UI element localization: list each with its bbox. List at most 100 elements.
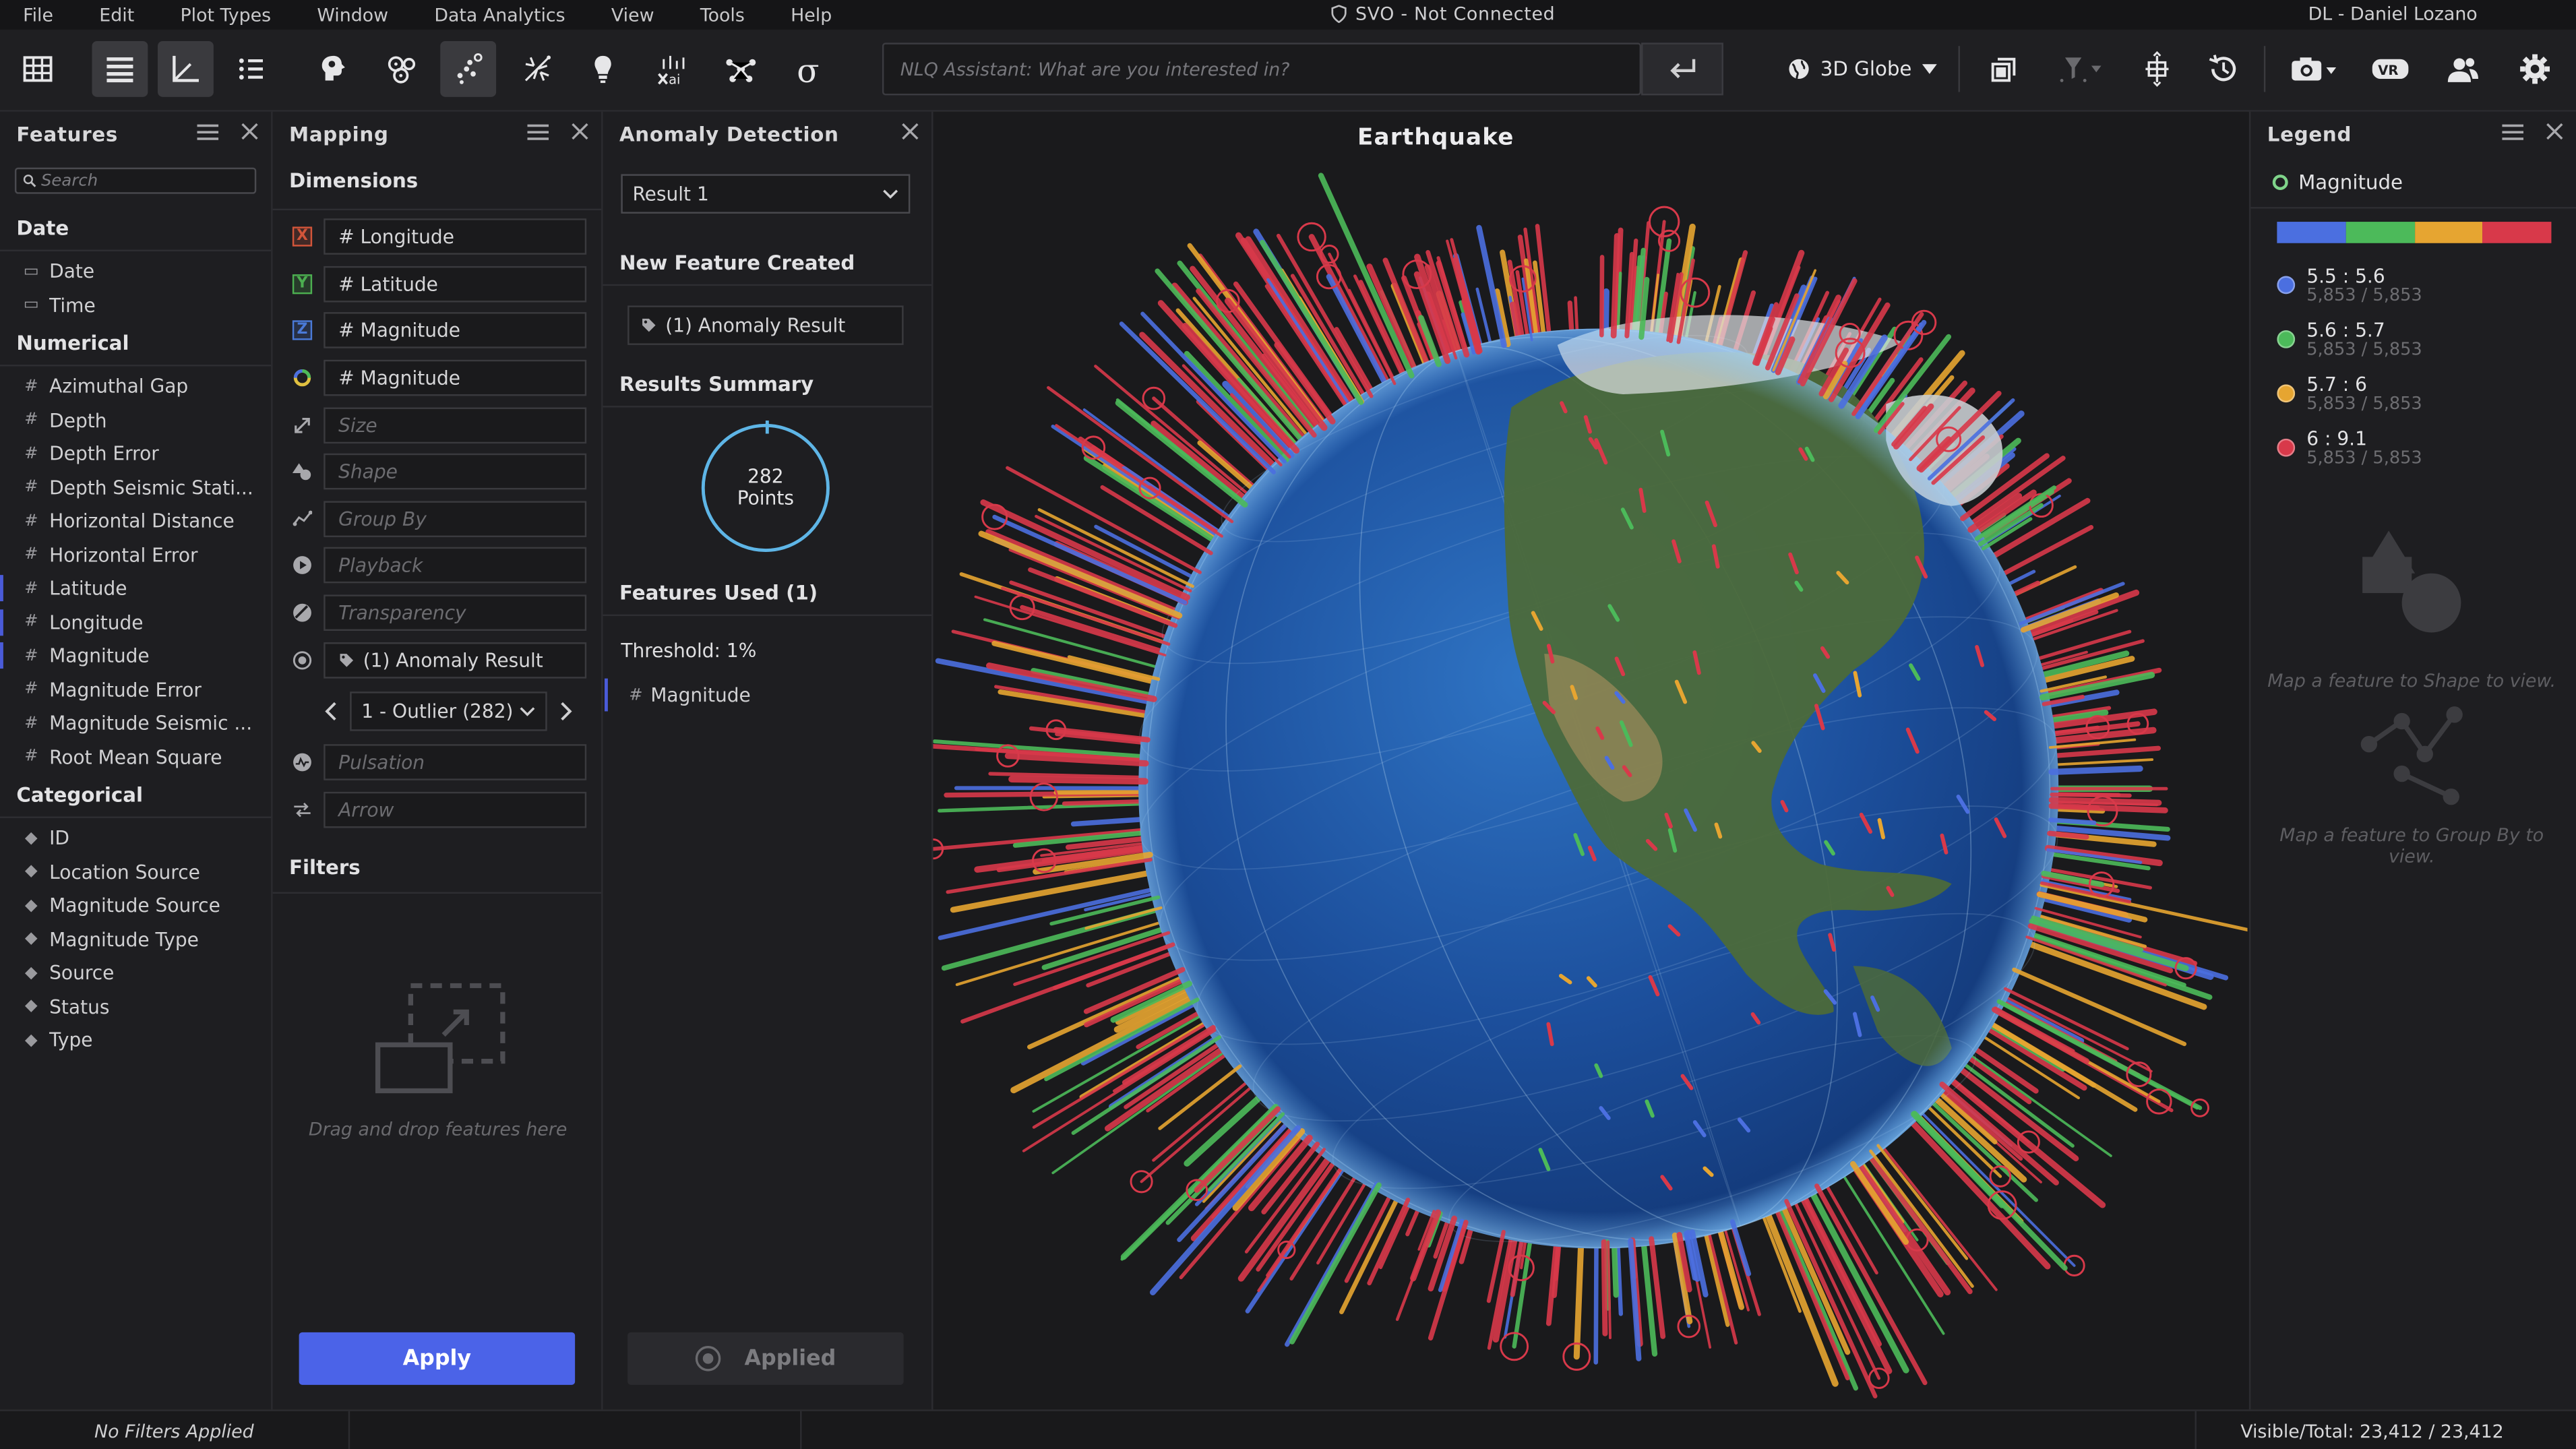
brain-button[interactable] [305, 41, 361, 97]
result-select[interactable]: Result 1 [621, 174, 911, 214]
menu-edit[interactable]: Edit [76, 4, 157, 26]
vr-button[interactable]: VR [2362, 41, 2418, 97]
outlier-select[interactable]: 1 - Outlier (282) [350, 691, 547, 731]
menu-window[interactable]: Window [294, 4, 411, 26]
hamburger-icon[interactable] [197, 123, 219, 142]
menu-file[interactable]: File [0, 4, 76, 26]
feature-item[interactable]: ◆ Source [0, 956, 271, 990]
close-icon[interactable] [572, 123, 588, 140]
list-view-button[interactable] [92, 40, 148, 97]
feature-item[interactable]: ▭ Time [0, 288, 271, 322]
network-button[interactable] [713, 41, 769, 97]
mapping-field-X[interactable]: # Longitude [324, 218, 587, 255]
legend-item[interactable]: 6 : 9.1 5,853 / 5,853 [2250, 429, 2576, 468]
menu-help[interactable]: Help [768, 4, 855, 26]
mapping-field-shape[interactable]: Shape [324, 454, 587, 491]
cluster-button[interactable] [375, 41, 431, 97]
feature-item[interactable]: ◆ Status [0, 990, 271, 1024]
filters-status[interactable]: No Filters Applied [0, 1411, 350, 1449]
mapping-field-transparency[interactable]: Transparency [324, 594, 587, 631]
shape-icon [292, 464, 311, 481]
hash-icon: # [24, 410, 38, 429]
filter-pin-button[interactable] [2044, 41, 2112, 97]
bullet-list-button[interactable] [224, 41, 280, 97]
nlq-submit-button[interactable] [1641, 42, 1723, 96]
feature-item[interactable]: # Horizontal Distance [0, 504, 271, 538]
users-button[interactable] [2434, 41, 2490, 97]
feature-item[interactable]: ◆ ID [0, 822, 271, 855]
feature-item[interactable]: ◆ Location Source [0, 855, 271, 889]
legend-item[interactable]: 5.5 : 5.6 5,853 / 5,853 [2250, 266, 2576, 305]
feature-item[interactable]: # Root Mean Square [0, 740, 271, 774]
table-button[interactable] [10, 41, 66, 97]
feature-item[interactable]: # Azimuthal Gap [0, 369, 271, 403]
feature-item[interactable]: # Horizontal Error [0, 538, 271, 572]
user-name[interactable]: DL - Daniel Lozano [2308, 3, 2478, 25]
feature-item[interactable]: ◆ Magnitude Source [0, 889, 271, 923]
camera-button[interactable] [2280, 41, 2346, 97]
mapping-field-size[interactable]: Size [324, 406, 587, 443]
feature-group-heading[interactable]: Date [0, 204, 271, 249]
axis-chart-button[interactable] [158, 40, 214, 97]
mapping-field-pulsation[interactable]: Pulsation [324, 744, 587, 781]
mapping-field-visibility[interactable]: (1) Anomaly Result [324, 642, 587, 678]
xai-button[interactable]: ai [644, 41, 700, 97]
settings-button[interactable] [2507, 41, 2563, 97]
feature-used-item[interactable]: # Magnitude [603, 678, 932, 712]
legend-item[interactable]: 5.7 : 6 5,853 / 5,853 [2250, 375, 2576, 414]
new-feature-chip[interactable]: (1) Anomaly Result [627, 305, 904, 345]
tag-icon: ◆ [24, 896, 38, 915]
history-button[interactable] [2195, 41, 2251, 97]
mapping-field-color[interactable]: # Magnitude [324, 360, 587, 396]
transform-button[interactable] [2129, 41, 2185, 97]
feature-item[interactable]: ▭ Date [0, 255, 271, 288]
feature-group-heading[interactable]: Categorical [0, 774, 271, 816]
feature-group-heading[interactable]: Numerical [0, 322, 271, 365]
hamburger-icon[interactable] [2502, 123, 2523, 142]
magnitude-spike [1008, 776, 1148, 785]
mapping-field-playback[interactable]: Playback [324, 547, 587, 584]
fireworks-button[interactable] [510, 41, 565, 97]
feature-item[interactable]: # Magnitude [0, 639, 271, 673]
filter-dropzone[interactable]: Drag and drop features here [273, 983, 603, 1140]
feature-search-input[interactable]: Search [14, 167, 257, 194]
sigma-button[interactable]: σ [782, 41, 838, 97]
globe-scene[interactable] [933, 112, 2248, 1410]
view-mode-select[interactable]: 3D Globe [1787, 49, 1937, 89]
feature-item[interactable]: # Longitude [0, 605, 271, 639]
menu-tools[interactable]: Tools [677, 4, 768, 26]
layers-button[interactable] [1975, 41, 2031, 97]
anomaly-scatter-button[interactable] [440, 40, 497, 97]
results-summary-heading: Results Summary [619, 373, 814, 396]
pulsation-icon [293, 753, 311, 772]
legend-item[interactable]: 5.6 : 5.7 5,853 / 5,853 [2250, 320, 2576, 360]
mapping-field-Z[interactable]: # Magnitude [324, 313, 587, 349]
mapping-field-group[interactable]: Group By [324, 501, 587, 537]
apply-button[interactable]: Apply [299, 1332, 576, 1385]
connection-status[interactable]: SVO - Not Connected [1330, 3, 1555, 25]
menu-data-analytics[interactable]: Data Analytics [411, 4, 588, 26]
feature-item[interactable]: # Latitude [0, 572, 271, 605]
close-icon[interactable] [241, 123, 258, 140]
menu-view[interactable]: View [588, 4, 677, 26]
insight-button[interactable] [575, 41, 631, 97]
visualization-area[interactable]: Earthquake [933, 111, 2248, 1410]
applied-button[interactable]: Applied [627, 1332, 904, 1385]
mapping-field-arrow[interactable]: Arrow [324, 791, 587, 828]
mapping-field-Y[interactable]: # Latitude [324, 266, 587, 303]
feature-item[interactable]: # Magnitude Seismic ... [0, 706, 271, 740]
chevron-right-icon[interactable] [560, 702, 574, 721]
nlq-assistant-input[interactable]: NLQ Assistant: What are you interested i… [882, 42, 1642, 96]
magnitude-spike [1607, 1240, 1612, 1340]
feature-item[interactable]: # Depth Error [0, 437, 271, 470]
close-icon[interactable] [902, 123, 919, 140]
feature-item[interactable]: ◆ Type [0, 1024, 271, 1057]
close-icon[interactable] [2546, 123, 2563, 140]
feature-item[interactable]: # Magnitude Error [0, 673, 271, 706]
chevron-left-icon[interactable] [324, 702, 337, 721]
feature-item[interactable]: # Depth [0, 403, 271, 437]
feature-item[interactable]: ◆ Magnitude Type [0, 923, 271, 956]
feature-item[interactable]: # Depth Seismic Stati... [0, 470, 271, 504]
menu-plot-types[interactable]: Plot Types [157, 4, 294, 26]
hamburger-icon[interactable] [527, 123, 549, 142]
